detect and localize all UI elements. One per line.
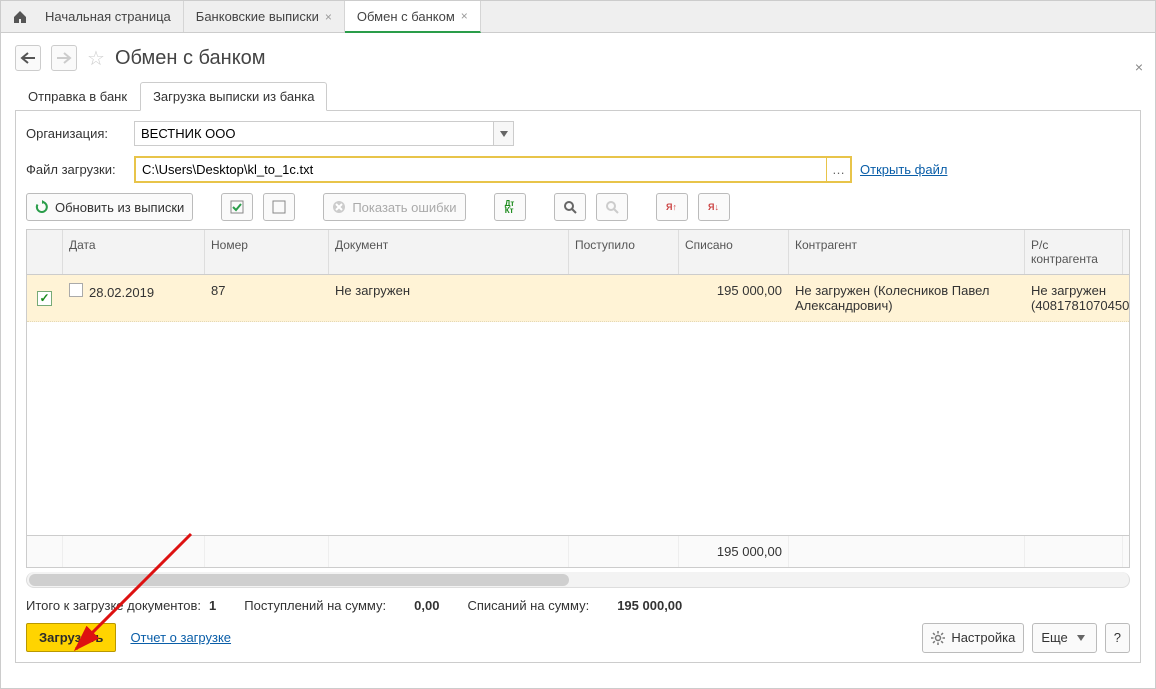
subtabs: Отправка в банк Загрузка выписки из банк… bbox=[15, 81, 1141, 111]
page-header: ☆ Обмен с банком bbox=[1, 33, 1155, 77]
chevron-down-icon bbox=[1074, 631, 1088, 645]
total-docs-label: Итого к загрузке документов: bbox=[26, 598, 201, 613]
tab-home[interactable]: Начальная страница bbox=[33, 1, 184, 32]
load-report-link[interactable]: Отчет о загрузке bbox=[130, 630, 231, 645]
refresh-icon bbox=[35, 200, 49, 214]
search-clear-icon bbox=[605, 200, 619, 214]
close-icon[interactable]: × bbox=[325, 10, 332, 24]
col-document[interactable]: Документ bbox=[329, 230, 569, 274]
grid-footer: 195 000,00 bbox=[27, 535, 1129, 567]
uncheck-all-button[interactable] bbox=[263, 193, 295, 221]
grid-body: ✓ 28.02.2019 87 Не загружен 195 000,00 Н… bbox=[27, 275, 1129, 535]
open-file-link[interactable]: Открыть файл bbox=[860, 162, 947, 177]
app-tabbar: Начальная страница Банковские выписки × … bbox=[1, 1, 1155, 33]
file-label: Файл загрузки: bbox=[26, 162, 126, 177]
table-row[interactable]: ✓ 28.02.2019 87 Не загружен 195 000,00 Н… bbox=[27, 275, 1129, 322]
clear-find-button[interactable] bbox=[596, 193, 628, 221]
file-input-group: … bbox=[134, 156, 852, 183]
search-icon bbox=[563, 200, 577, 214]
page-title: Обмен с банком bbox=[115, 47, 266, 70]
in-sum-value: 0,00 bbox=[414, 598, 439, 613]
error-icon bbox=[332, 200, 346, 214]
row-number: 87 bbox=[205, 275, 329, 321]
col-out[interactable]: Списано bbox=[679, 230, 789, 274]
more-button[interactable]: Еще bbox=[1032, 623, 1096, 653]
row-in bbox=[569, 275, 679, 321]
checkbox-checked-icon[interactable]: ✓ bbox=[37, 291, 52, 306]
nav-back-button[interactable] bbox=[15, 45, 41, 71]
tab-label: Банковские выписки bbox=[196, 9, 319, 24]
show-errors-label: Показать ошибки bbox=[352, 200, 456, 215]
row-date: 28.02.2019 bbox=[63, 275, 205, 321]
row-checkbox-cell[interactable]: ✓ bbox=[27, 275, 63, 321]
footer-out-total: 195 000,00 bbox=[679, 536, 789, 567]
favorite-icon[interactable]: ☆ bbox=[87, 46, 105, 71]
dtkt-icon: Дт Кт bbox=[503, 200, 517, 214]
org-input[interactable] bbox=[134, 121, 494, 146]
col-agent[interactable]: Контрагент bbox=[789, 230, 1025, 274]
row-document: Не загружен bbox=[329, 275, 569, 321]
footer-bar: Загрузить Отчет о загрузке Настройка Еще bbox=[26, 623, 1130, 662]
sort-asc-icon: Я↑ bbox=[665, 200, 679, 214]
document-icon bbox=[69, 283, 83, 297]
grid: Дата Номер Документ Поступило Списано Ко… bbox=[26, 229, 1130, 568]
in-sum-label: Поступлений на сумму: bbox=[244, 598, 386, 613]
dtkt-button[interactable]: Дт Кт bbox=[494, 193, 526, 221]
grid-header: Дата Номер Документ Поступило Списано Ко… bbox=[27, 230, 1129, 275]
out-sum-value: 195 000,00 bbox=[617, 598, 682, 613]
sort-desc-button[interactable]: Я↓ bbox=[698, 193, 730, 221]
subtab-load[interactable]: Загрузка выписки из банка bbox=[140, 82, 327, 111]
home-icon[interactable] bbox=[7, 1, 33, 32]
row-out: 195 000,00 bbox=[679, 275, 789, 321]
org-dropdown-button[interactable] bbox=[494, 121, 514, 146]
col-number[interactable]: Номер bbox=[205, 230, 329, 274]
col-check[interactable] bbox=[27, 230, 63, 274]
show-errors-button[interactable]: Показать ошибки bbox=[323, 193, 465, 221]
refresh-button[interactable]: Обновить из выписки bbox=[26, 193, 193, 221]
uncheck-all-icon bbox=[272, 200, 286, 214]
help-button[interactable]: ? bbox=[1105, 623, 1130, 653]
horizontal-scrollbar[interactable] bbox=[26, 572, 1130, 588]
form-panel: Организация: Файл загрузки: … Открыть фа… bbox=[15, 111, 1141, 663]
tab-bank-statements[interactable]: Банковские выписки × bbox=[184, 1, 345, 32]
nav-forward-button[interactable] bbox=[51, 45, 77, 71]
sort-desc-icon: Я↓ bbox=[707, 200, 721, 214]
check-all-button[interactable] bbox=[221, 193, 253, 221]
file-browse-button[interactable]: … bbox=[826, 158, 850, 181]
check-all-icon bbox=[230, 200, 244, 214]
col-in[interactable]: Поступило bbox=[569, 230, 679, 274]
gear-icon bbox=[931, 631, 945, 645]
grid-toolbar: Обновить из выписки bbox=[26, 193, 1130, 221]
tab-bank-exchange[interactable]: Обмен с банком × bbox=[345, 1, 481, 33]
row-agent: Не загружен (Колесников Павел Александро… bbox=[789, 275, 1025, 321]
settings-label: Настройка bbox=[951, 630, 1015, 645]
tab-label: Начальная страница bbox=[45, 9, 171, 24]
more-label: Еще bbox=[1041, 630, 1067, 645]
subtab-send[interactable]: Отправка в банк bbox=[15, 82, 140, 111]
col-rs[interactable]: Р/с контрагента bbox=[1025, 230, 1123, 274]
settings-button[interactable]: Настройка bbox=[922, 623, 1024, 653]
total-docs-value: 1 bbox=[209, 598, 216, 613]
org-combo bbox=[134, 121, 514, 146]
sort-asc-button[interactable]: Я↑ bbox=[656, 193, 688, 221]
summary-row: Итого к загрузке документов: 1 Поступлен… bbox=[26, 588, 1130, 623]
file-input[interactable] bbox=[136, 158, 826, 181]
tab-label: Обмен с банком bbox=[357, 9, 455, 24]
col-date[interactable]: Дата bbox=[63, 230, 205, 274]
find-button[interactable] bbox=[554, 193, 586, 221]
load-button[interactable]: Загрузить bbox=[26, 623, 116, 652]
close-icon[interactable]: × bbox=[461, 9, 468, 23]
page-close-button[interactable]: × bbox=[1135, 59, 1143, 75]
refresh-label: Обновить из выписки bbox=[55, 200, 184, 215]
org-label: Организация: bbox=[26, 126, 126, 141]
out-sum-label: Списаний на сумму: bbox=[467, 598, 589, 613]
row-rs: Не загружен (40817810704500 bbox=[1025, 275, 1123, 321]
